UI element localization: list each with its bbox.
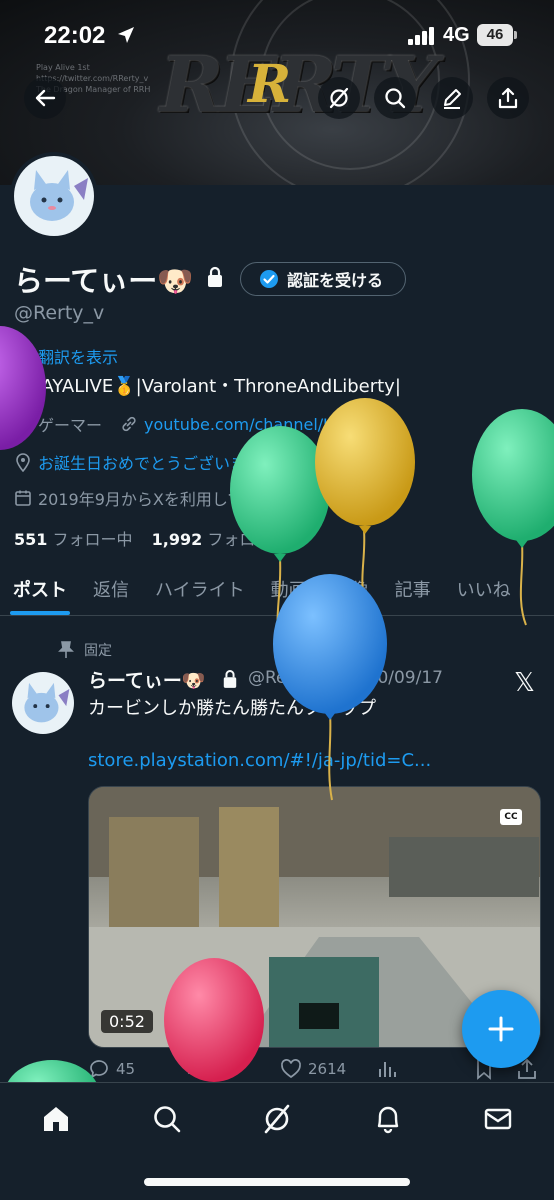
location-pin-icon	[16, 453, 30, 472]
search-icon	[154, 1106, 181, 1133]
tab-highlights[interactable]: ハイライト	[142, 568, 258, 615]
follow-stats: 551 フォロー中 1,992 フォロワー	[14, 526, 287, 550]
repost-button[interactable]: 660	[184, 1058, 241, 1080]
mail-icon	[484, 1108, 512, 1130]
profile-category: ゲーマー	[38, 416, 103, 435]
banner-logo-letter: R	[248, 54, 292, 115]
verified-badge-icon	[260, 270, 278, 288]
edit-button[interactable]	[431, 77, 473, 119]
birthday-message: お誕生日おめでとうございます。	[38, 454, 277, 473]
tab-posts[interactable]: ポスト	[0, 568, 80, 615]
compose-button[interactable]	[462, 990, 540, 1068]
avatar-cat-illustration	[24, 682, 70, 723]
following-link[interactable]: 551 フォロー中	[14, 530, 133, 549]
followers-link[interactable]: 1,992 フォロワー	[152, 530, 288, 549]
captions-badge[interactable]: CC	[500, 809, 522, 825]
translate-bio-link[interactable]: 翻訳を表示	[14, 344, 118, 368]
search-icon	[385, 88, 406, 109]
back-arrow-icon	[35, 89, 56, 107]
signal-icon	[408, 27, 434, 45]
grok-button[interactable]	[318, 77, 360, 119]
status-time: 22:02	[44, 22, 106, 49]
pinned-indicator: 固定	[58, 640, 112, 660]
get-verified-label: 認証を受ける	[287, 271, 384, 290]
nav-grok[interactable]	[261, 1103, 293, 1139]
pin-icon	[58, 641, 74, 658]
back-button[interactable]	[24, 77, 66, 119]
lock-icon	[223, 670, 237, 688]
avatar-cat-illustration	[30, 170, 88, 221]
profile-handle: @Rerty_v	[14, 302, 105, 324]
grok-icon	[264, 1104, 290, 1134]
repost-count: 660	[212, 1060, 241, 1078]
profile-tabs: ポスト 返信 ハイライト 動画 画像 記事 いいね	[0, 568, 554, 616]
nav-home[interactable]	[40, 1103, 72, 1139]
tweet-text: カービンしか勝たん勝たんクリップ	[88, 698, 376, 719]
profile-meta-row: ゲーマー youtube.com/channel/UCYvjn…	[14, 412, 396, 436]
joined-row: 2019年9月からXを利用しています	[14, 486, 291, 510]
tab-videos[interactable]: 動画	[258, 568, 320, 615]
plus-icon	[488, 1016, 514, 1042]
home-icon	[44, 1107, 68, 1131]
profile-website-link[interactable]: youtube.com/channel/UCYvjn…	[144, 415, 396, 434]
like-button[interactable]: 2614	[280, 1058, 346, 1080]
home-indicator[interactable]	[144, 1178, 410, 1186]
tweet-author-avatar[interactable]	[12, 672, 74, 734]
tweet-actions: 45 660 2614	[88, 1058, 538, 1084]
get-verified-button[interactable]: 認証を受ける	[240, 262, 406, 296]
link-icon	[122, 416, 136, 432]
like-count: 2614	[308, 1060, 347, 1078]
search-button[interactable]	[374, 77, 416, 119]
battery-tip	[514, 31, 517, 39]
tab-likes[interactable]: いいね	[444, 568, 524, 615]
status-bar: 22:02 4G 46	[0, 18, 554, 54]
share-button[interactable]	[487, 77, 529, 119]
translate-label: 翻訳を表示	[38, 348, 119, 367]
tab-images[interactable]: 画像	[320, 568, 382, 615]
repost-icon	[185, 1060, 205, 1078]
tab-articles[interactable]: 記事	[382, 568, 444, 615]
nav-notifications[interactable]	[372, 1103, 404, 1139]
translate-icon	[14, 348, 30, 364]
tweet-author-name[interactable]: らーてぃー🐶	[88, 666, 206, 693]
joined-date: 2019年9月からXを利用しています	[38, 490, 292, 509]
video-duration: 0:52	[101, 1010, 153, 1033]
bell-icon	[377, 1106, 399, 1134]
x-logo-icon: 𝕏	[514, 668, 535, 698]
birthday-row: お誕生日おめでとうございます。	[14, 450, 276, 474]
nav-messages[interactable]	[482, 1103, 514, 1139]
share-icon	[498, 87, 518, 109]
pinned-label: 固定	[84, 643, 112, 659]
reply-icon	[90, 1060, 108, 1079]
profile-avatar[interactable]	[10, 152, 98, 240]
reply-button[interactable]: 45	[88, 1058, 135, 1080]
heart-icon	[281, 1059, 301, 1079]
views-button[interactable]	[376, 1058, 398, 1080]
tab-replies[interactable]: 返信	[80, 568, 142, 615]
profile-bio: |PLAYALIVE🥇|Varolant・ThroneAndLiberty|	[14, 376, 401, 397]
nav-search[interactable]	[151, 1103, 183, 1139]
lock-icon	[208, 266, 222, 287]
edit-icon	[444, 89, 461, 109]
tweet-handle-date: @Rerty_v · 2020/09/17	[248, 668, 443, 688]
calendar-icon	[15, 490, 31, 506]
followers-count: 1,992	[151, 530, 203, 549]
tweet-link[interactable]: store.playstation.com/#!/ja-jp/tid=C...	[88, 750, 431, 771]
following-label: フォロー中	[52, 530, 133, 549]
briefcase-icon	[15, 417, 31, 432]
following-count: 551	[14, 530, 48, 549]
grok-icon	[329, 87, 349, 109]
reply-count: 45	[116, 1060, 136, 1078]
followers-label: フォロワー	[207, 530, 288, 549]
network-type: 4G	[443, 24, 470, 46]
battery-level: 46	[477, 24, 513, 46]
display-name: らーてぃー🐶	[14, 264, 194, 298]
views-icon	[379, 1062, 396, 1077]
location-arrow-icon	[118, 27, 134, 43]
